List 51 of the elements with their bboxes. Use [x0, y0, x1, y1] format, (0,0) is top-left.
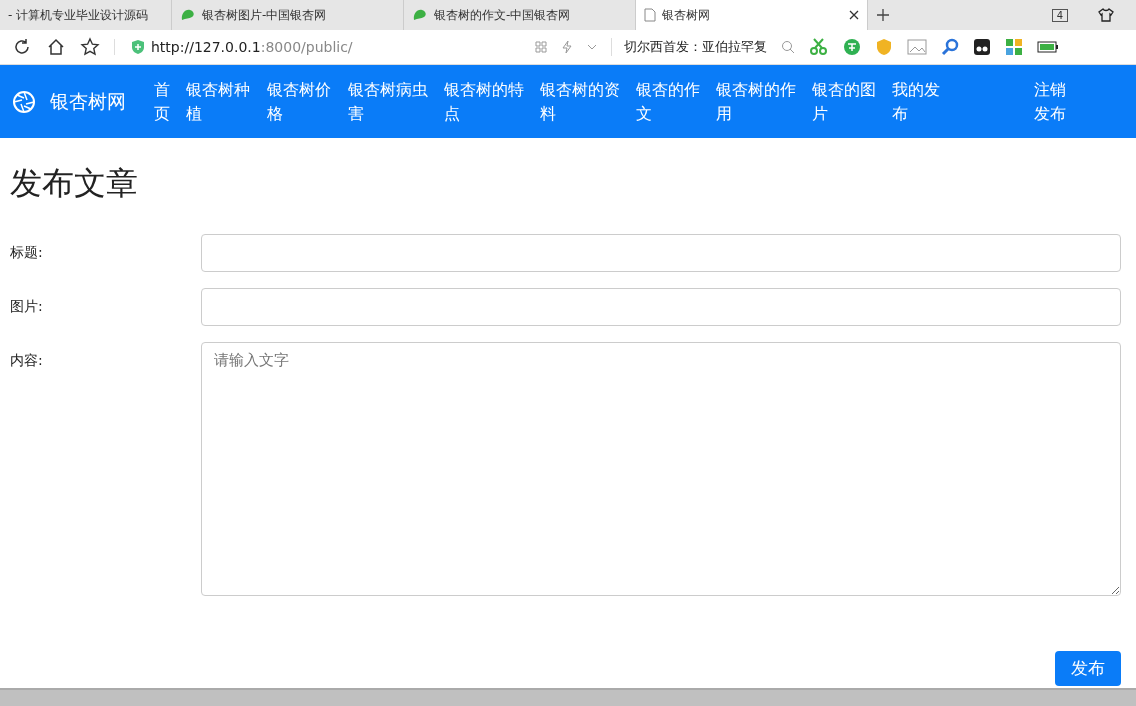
nav-link[interactable]: 注销: [1034, 77, 1066, 102]
magnifier-icon[interactable]: [941, 38, 959, 56]
tab-count[interactable]: 4: [1051, 8, 1068, 22]
nav-link[interactable]: 银杏树的资料: [532, 77, 628, 126]
nav-link[interactable]: 银杏树的作用: [708, 77, 804, 126]
close-icon[interactable]: [849, 10, 859, 20]
shield-icon: [131, 39, 145, 55]
leaf-icon: [412, 8, 428, 22]
search-icon[interactable]: [781, 40, 795, 54]
nav-link[interactable]: 首页: [146, 77, 178, 126]
reload-icon[interactable]: [12, 37, 32, 57]
nav-link[interactable]: 银杏树价格: [259, 77, 339, 126]
lightning-icon[interactable]: [561, 40, 573, 54]
page-heading: 发布文章: [10, 163, 139, 204]
leaf-icon: [180, 8, 196, 22]
nav-link[interactable]: 发布: [1034, 101, 1066, 126]
input-field[interactable]: [201, 288, 1121, 326]
address-field[interactable]: http://127.0.0.1:8000/public/: [114, 39, 521, 55]
field-label: 标题:: [10, 243, 44, 262]
qr-icon[interactable]: [535, 41, 547, 53]
text-area[interactable]: 请输入文字: [201, 342, 1121, 596]
search-field[interactable]: 切尔西首发：亚伯拉罕复: [611, 38, 767, 56]
page-icon: [644, 8, 656, 22]
home-icon[interactable]: [46, 37, 66, 57]
nav-link[interactable]: 我的发布: [884, 77, 948, 126]
nav-link[interactable]: 银杏树的特点: [436, 77, 532, 126]
brand-name[interactable]: 银杏树网: [50, 88, 126, 115]
app-icon[interactable]: [973, 38, 991, 56]
browser-tab[interactable]: - 计算机专业毕业设计源码: [0, 0, 172, 30]
browser-tab[interactable]: 银杏树图片-中国银杏网: [172, 0, 404, 30]
grid-icon[interactable]: [1005, 38, 1023, 56]
nav-link[interactable]: 银杏的图片: [804, 77, 884, 126]
chevron-down-icon[interactable]: [587, 43, 597, 51]
nav-link[interactable]: 银杏树种植: [178, 77, 258, 126]
star-icon[interactable]: [80, 37, 100, 57]
nav-link[interactable]: 银杏的作文: [628, 77, 708, 126]
scissors-icon[interactable]: [809, 38, 829, 56]
battery-icon[interactable]: [1037, 41, 1059, 53]
horizontal-scrollbar[interactable]: [0, 688, 1136, 706]
translate-icon[interactable]: [843, 38, 861, 56]
input-field[interactable]: [201, 234, 1121, 272]
publish-button[interactable]: 发布: [1055, 651, 1121, 686]
new-tab-icon[interactable]: [876, 8, 890, 22]
browser-tab[interactable]: 银杏树网: [636, 0, 868, 30]
shield-coin-icon[interactable]: [875, 38, 893, 56]
aperture-icon: [12, 89, 36, 114]
shirt-icon[interactable]: [1098, 8, 1114, 22]
field-label: 内容:: [10, 351, 44, 370]
field-label: 图片:: [10, 297, 44, 316]
nav-link[interactable]: 银杏树病虫害: [340, 77, 436, 126]
image-icon[interactable]: [907, 39, 927, 55]
